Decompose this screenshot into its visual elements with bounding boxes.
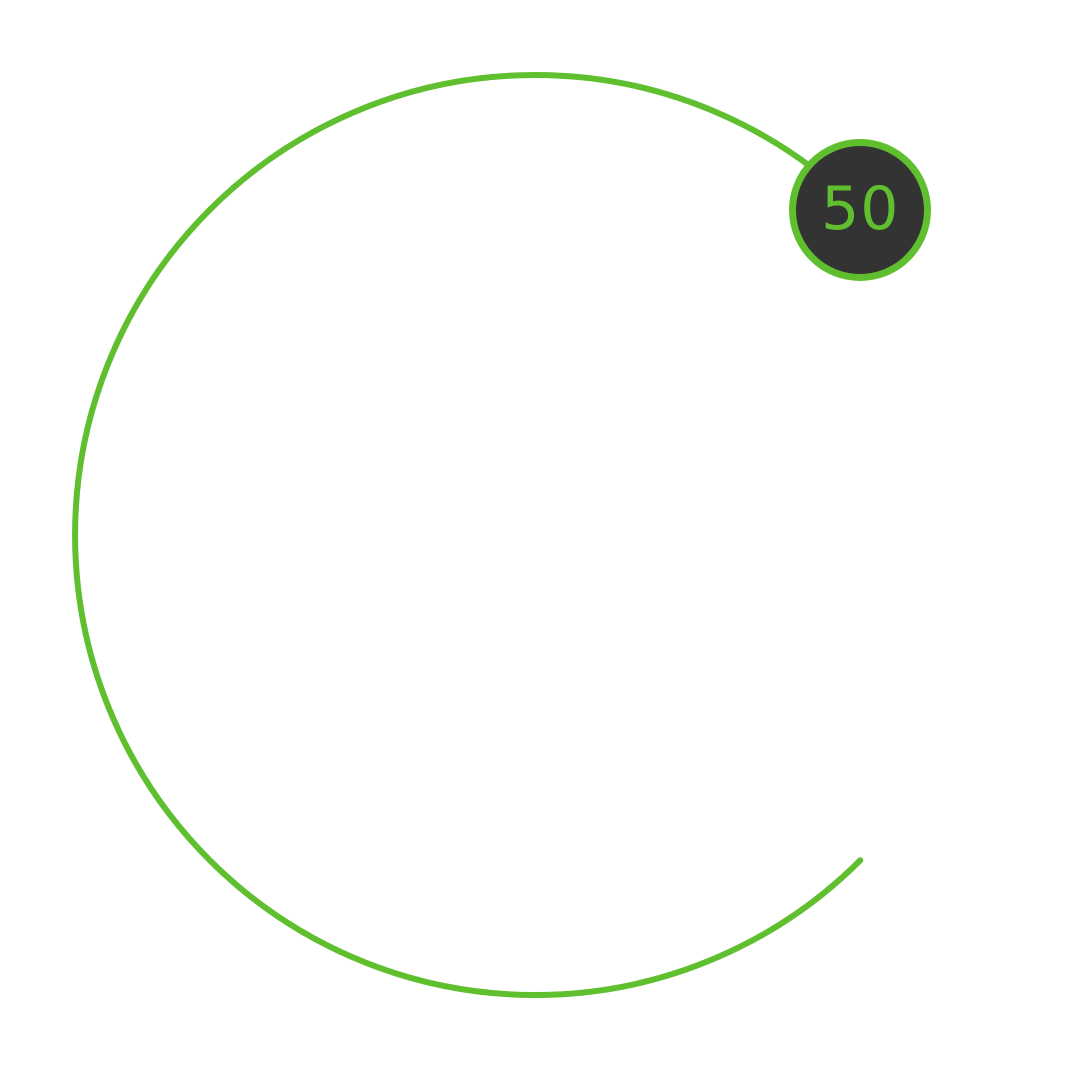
circular-slider[interactable]: 50	[0, 0, 1072, 1072]
track-arc[interactable]	[72, 72, 864, 998]
value-label: 50	[821, 173, 900, 244]
slider-handle[interactable]: 50	[789, 138, 932, 281]
